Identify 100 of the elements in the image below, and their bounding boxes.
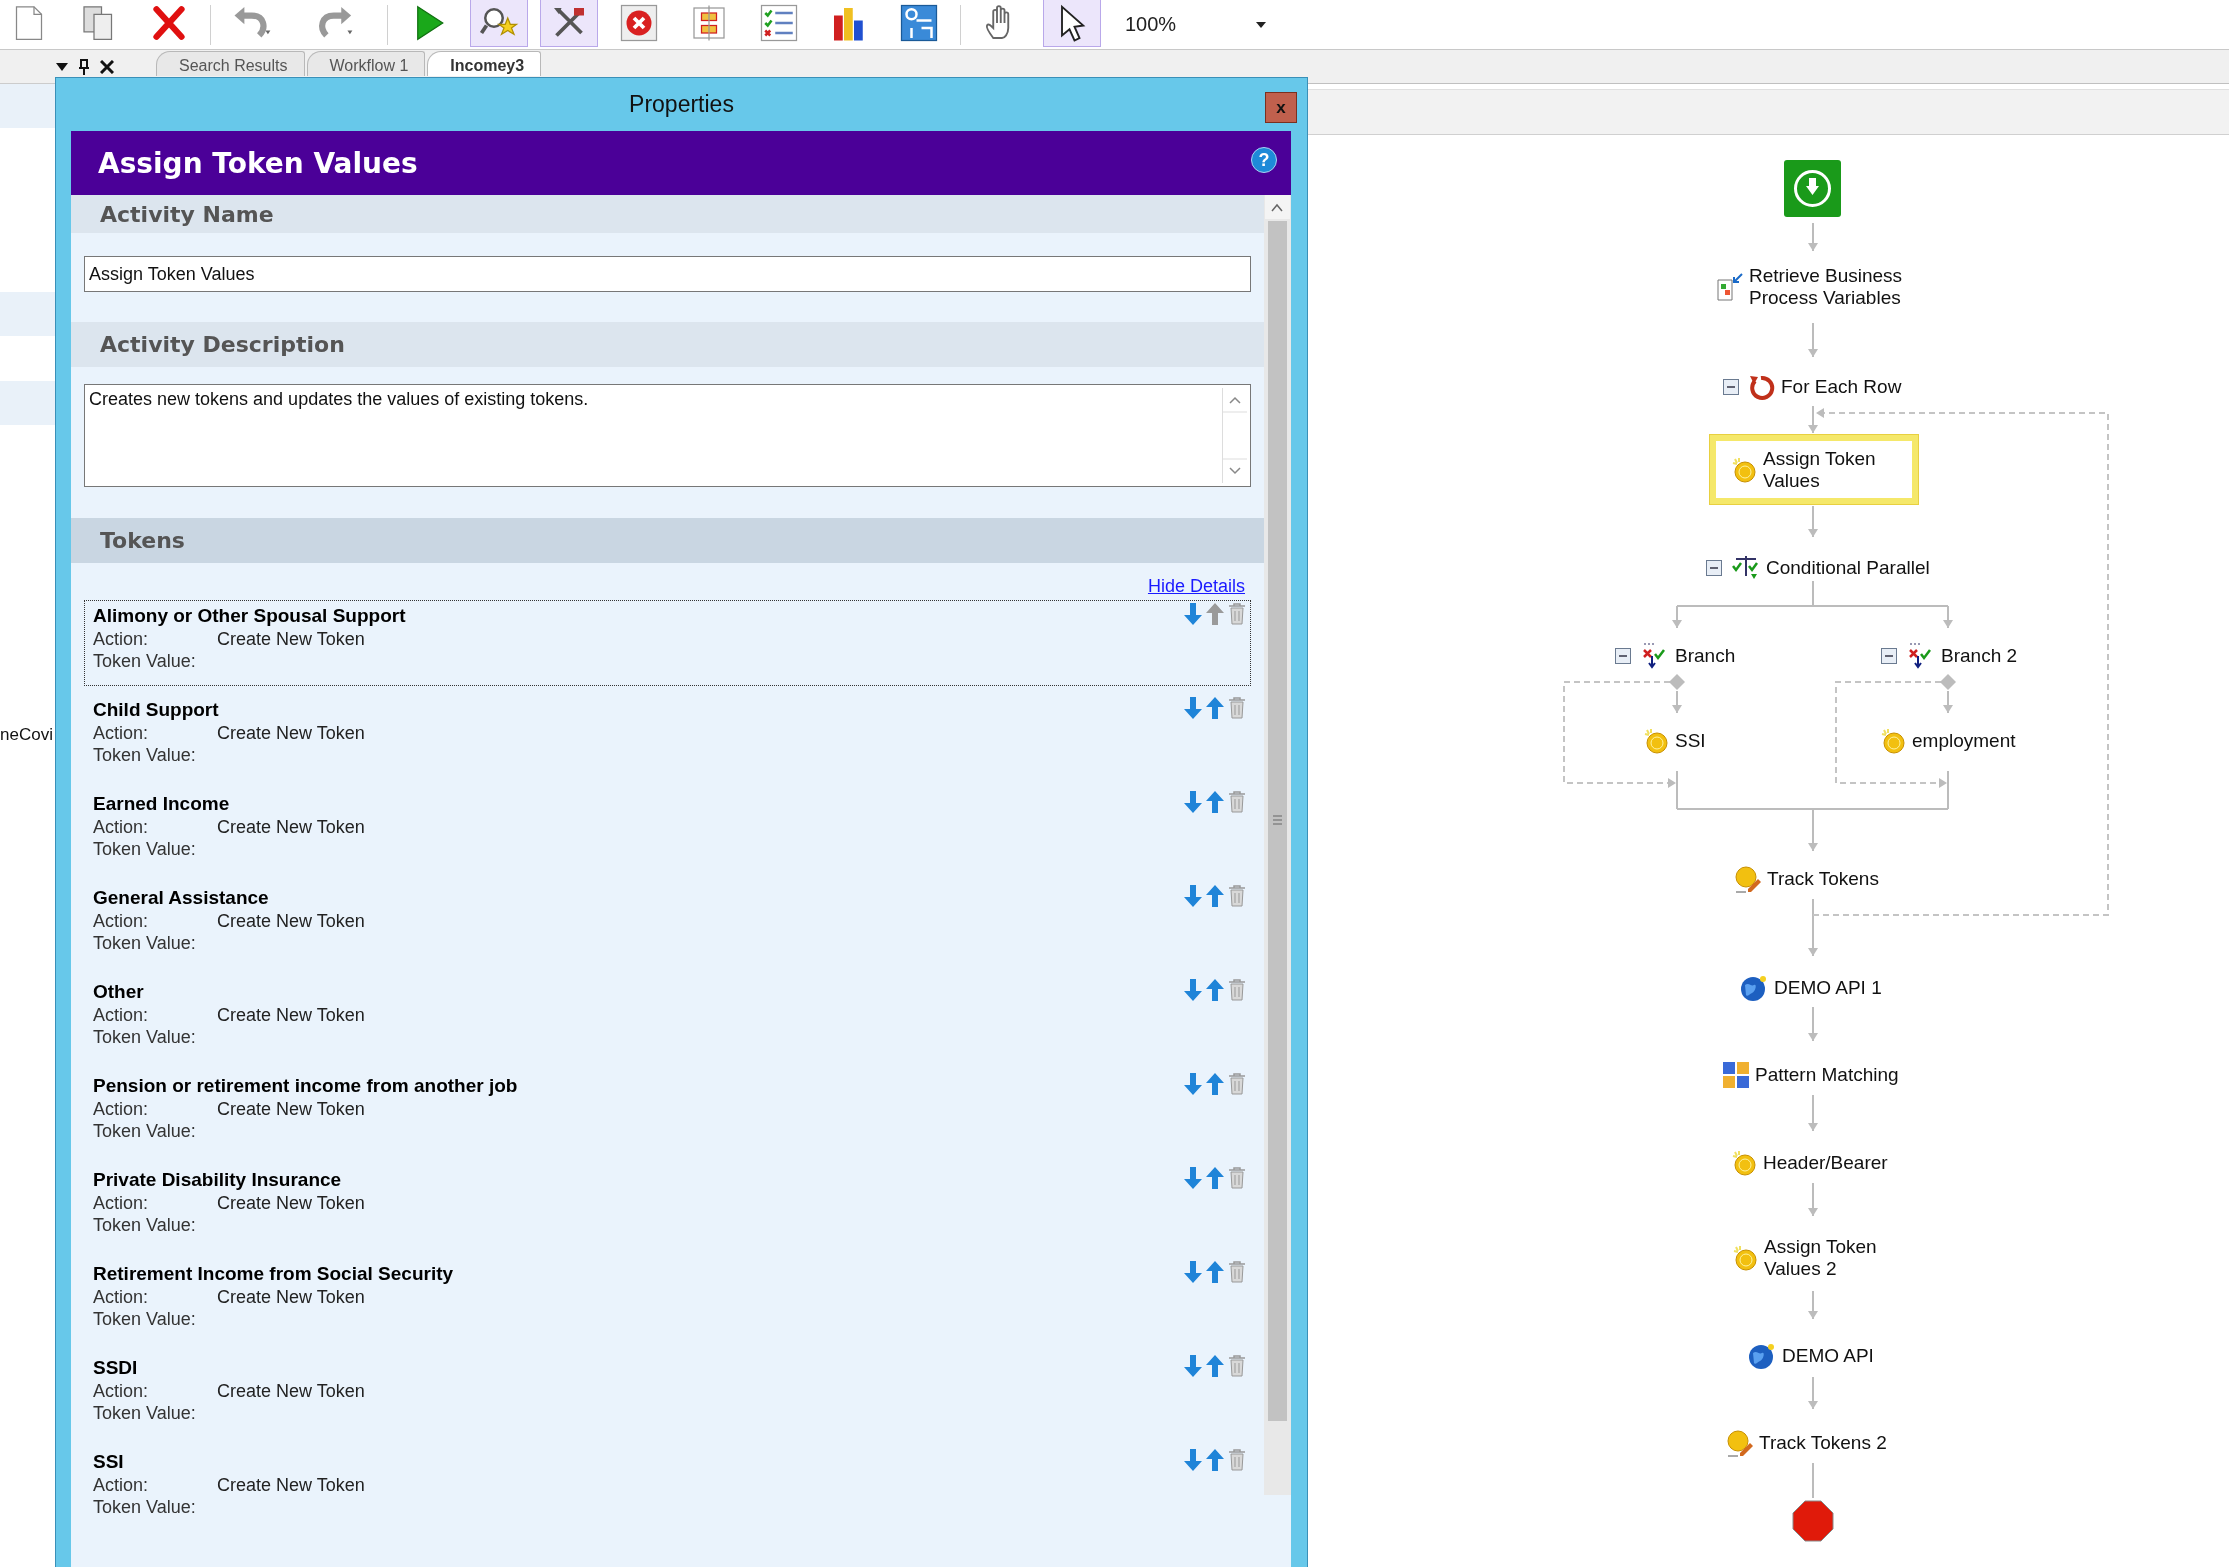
delete-button[interactable] — [1228, 1073, 1246, 1095]
move-down-button[interactable] — [1184, 1261, 1202, 1283]
delete-button[interactable] — [1228, 979, 1246, 1001]
move-up-button[interactable] — [1206, 791, 1224, 813]
tools-button[interactable] — [540, 0, 598, 47]
coin-icon — [1730, 455, 1758, 484]
activity-node[interactable]: Track Tokens — [1728, 859, 1885, 899]
move-up-button[interactable] — [1206, 1449, 1224, 1471]
delete-button[interactable] — [1228, 603, 1246, 625]
loop-node[interactable]: For Each Row — [1717, 367, 1908, 407]
token-item[interactable]: SSI Action: Create New Token Token Value: — [84, 1446, 1251, 1532]
arrow-down-icon — [1184, 1261, 1202, 1283]
collapse-icon[interactable] — [1706, 560, 1722, 576]
arrow-down-icon — [1184, 603, 1202, 625]
token-item[interactable]: Other Action: Create New Token Token Value: — [84, 976, 1251, 1062]
trash-icon — [1228, 1167, 1246, 1189]
arrow-down-icon — [1184, 1355, 1202, 1377]
loop-icon — [1748, 373, 1776, 401]
activity-node[interactable]: Assign Token Values 2 — [1725, 1230, 1883, 1286]
token-item[interactable]: Private Disability Insurance Action: Create New Token Token Value: — [84, 1164, 1251, 1250]
delete-button[interactable] — [1228, 885, 1246, 907]
move-down-button[interactable] — [1184, 1449, 1202, 1471]
close-button[interactable]: x — [1265, 92, 1297, 123]
move-up-button[interactable] — [1206, 1073, 1224, 1095]
document-tab[interactable]: Workflow 1 — [306, 51, 426, 76]
name-field[interactable]: Assign Token Values — [84, 256, 1251, 292]
close-icon[interactable] — [100, 59, 114, 74]
activity-node[interactable]: DEMO API 1 — [1733, 967, 1888, 1009]
activity-node[interactable]: Retrieve Business Process Variables — [1710, 259, 1909, 315]
move-down-button[interactable] — [1184, 603, 1202, 625]
delete-button[interactable] — [1228, 697, 1246, 719]
move-down-button[interactable] — [1184, 979, 1202, 1001]
token-item[interactable]: General Assistance Action: Create New Token Token Value: — [84, 882, 1251, 968]
collapse-icon[interactable] — [1723, 379, 1739, 395]
hide-details-link[interactable]: Hide Details — [1147, 576, 1245, 596]
help-button[interactable]: ? — [1251, 147, 1277, 173]
arrow-up-icon — [1206, 1167, 1224, 1189]
scrollbar[interactable] — [1222, 388, 1247, 483]
list-item-text: neCovi — [0, 725, 54, 745]
arrow-up-icon — [1206, 1449, 1224, 1471]
branch-node[interactable]: Branch — [1609, 636, 1742, 676]
move-down-button[interactable] — [1184, 885, 1202, 907]
document-arrow-icon — [1716, 272, 1744, 302]
move-up-button[interactable] — [1206, 1355, 1224, 1377]
token-item[interactable]: SSDI Action: Create New Token Token Value: — [84, 1352, 1251, 1438]
zoom-dropdown[interactable]: 100% — [1119, 9, 1273, 40]
activity-node[interactable]: employment — [1873, 721, 2022, 761]
activity-node[interactable]: Track Tokens 2 — [1720, 1423, 1893, 1463]
move-up-button[interactable] — [1206, 979, 1224, 1001]
move-up-button[interactable] — [1206, 885, 1224, 907]
select-button[interactable] — [1043, 0, 1101, 47]
token-name: Child Support — [93, 698, 219, 722]
arrow-down-icon — [1184, 1449, 1202, 1471]
field-value: Create New Token — [217, 816, 365, 838]
token-item[interactable]: Alimony or Other Spousal Support Action: Create New Token Token Value: — [84, 600, 1251, 686]
activity-node[interactable]: Assign Token Values — [1710, 435, 1918, 504]
field-value: Create New Token — [217, 628, 365, 650]
delete-button[interactable] — [1228, 791, 1246, 813]
delete-button[interactable] — [1228, 1167, 1246, 1189]
token-name: Alimony or Other Spousal Support — [93, 604, 406, 628]
parallel-node[interactable]: Conditional Parallel — [1700, 548, 1936, 588]
document-tab[interactable]: Search Results — [156, 51, 305, 76]
move-down-button[interactable] — [1184, 1167, 1202, 1189]
pin-icon[interactable] — [78, 58, 90, 75]
collapse-icon[interactable] — [1881, 648, 1897, 664]
move-up-button[interactable] — [1206, 603, 1224, 625]
field-label: Token Value: — [93, 838, 197, 860]
delete-button[interactable] — [1228, 1449, 1246, 1471]
find-button[interactable] — [470, 0, 528, 47]
trash-icon — [1228, 603, 1246, 625]
move-down-button[interactable] — [1184, 1355, 1202, 1377]
description-field[interactable]: Creates new tokens and updates the values of existing tokens. — [84, 384, 1251, 487]
move-down-button[interactable] — [1184, 791, 1202, 813]
move-down-button[interactable] — [1184, 697, 1202, 719]
field-value: Create New Token — [217, 910, 365, 932]
branch-node[interactable]: Branch 2 — [1875, 636, 2024, 676]
arrow-down-icon — [1184, 979, 1202, 1001]
token-name: Other — [93, 980, 144, 1004]
activity-node[interactable]: Pattern Matching — [1716, 1055, 1905, 1095]
activity-node[interactable]: DEMO API — [1741, 1335, 1880, 1377]
activity-node[interactable]: SSI — [1636, 721, 1712, 761]
arrow-down-icon — [1184, 697, 1202, 719]
activity-node[interactable]: Header/Bearer — [1724, 1143, 1894, 1183]
move-up-button[interactable] — [1206, 1167, 1224, 1189]
trash-icon — [1228, 1261, 1246, 1283]
trash-icon — [1228, 791, 1246, 813]
token-item[interactable]: Earned Income Action: Create New Token Token Value: — [84, 788, 1251, 874]
collapse-icon[interactable] — [1615, 648, 1631, 664]
delete-button[interactable] — [1228, 1261, 1246, 1283]
dropdown-icon[interactable] — [56, 62, 68, 71]
delete-button[interactable] — [1228, 1355, 1246, 1377]
token-item[interactable]: Pension or retirement income from another job Action: Create New Token Token Value: — [84, 1070, 1251, 1156]
token-name: Retirement Income from Social Security — [93, 1262, 454, 1286]
document-tab[interactable]: Incomey3 — [427, 51, 542, 76]
token-item[interactable]: Child Support Action: Create New Token Token Value: — [84, 694, 1251, 780]
globe-icon — [1739, 973, 1769, 1003]
move-up-button[interactable] — [1206, 697, 1224, 719]
move-up-button[interactable] — [1206, 1261, 1224, 1283]
token-item[interactable]: Retirement Income from Social Security Action: Create New Token Token Value: — [84, 1258, 1251, 1344]
move-down-button[interactable] — [1184, 1073, 1202, 1095]
